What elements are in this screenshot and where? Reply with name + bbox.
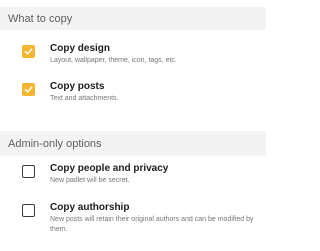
option-title: Copy design bbox=[50, 43, 111, 54]
checkmark-icon bbox=[24, 86, 33, 93]
option-title: Copy posts bbox=[50, 81, 105, 92]
option-copy-design[interactable]: Copy design Layout, wallpaper, theme, ic… bbox=[0, 43, 266, 66]
option-title: Copy authorship bbox=[50, 202, 130, 213]
option-description: Text and attachments. bbox=[50, 95, 119, 102]
section-header-what-to-copy: What to copy bbox=[0, 7, 266, 30]
copy-posts-checkbox[interactable] bbox=[22, 83, 35, 96]
option-copy-authorship[interactable]: Copy authorship New posts will retain th… bbox=[0, 202, 266, 234]
copy-authorship-checkbox[interactable] bbox=[22, 204, 35, 217]
section-header-label: What to copy bbox=[8, 12, 73, 25]
checkmark-icon bbox=[24, 48, 33, 55]
option-copy-posts[interactable]: Copy posts Text and attachments. bbox=[0, 81, 266, 104]
section-header-label: Admin-only options bbox=[8, 137, 102, 150]
section-header-admin-only-options: Admin-only options bbox=[0, 131, 266, 156]
copy-options-panel: What to copy Copy design Layout, wallpap… bbox=[0, 0, 266, 251]
option-description: New padlet will be secret. bbox=[50, 177, 130, 184]
option-description: Layout, wallpaper, theme, icon, tags, et… bbox=[50, 57, 177, 64]
option-title: Copy people and privacy bbox=[50, 163, 169, 174]
copy-people-and-privacy-checkbox[interactable] bbox=[22, 165, 35, 178]
option-copy-people-and-privacy[interactable]: Copy people and privacy New padlet will … bbox=[0, 163, 266, 186]
copy-design-checkbox[interactable] bbox=[22, 45, 35, 58]
option-description: New posts will retain their original aut… bbox=[50, 216, 254, 233]
